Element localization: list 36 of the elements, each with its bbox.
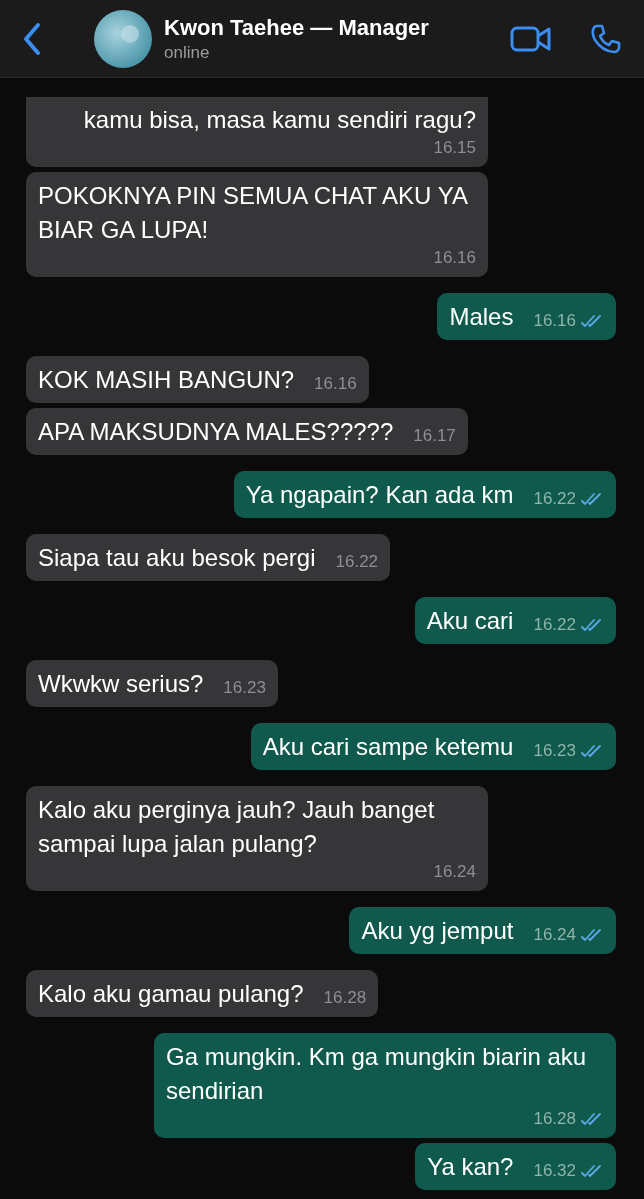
message-time: 16.17	[413, 425, 456, 447]
message-time: 16.28	[323, 987, 367, 1009]
avatar[interactable]	[94, 9, 152, 68]
message-time: 16.24	[433, 861, 476, 883]
message-text: APA MAKSUDNYA MALES?????	[38, 417, 394, 447]
message-time: 16.22	[533, 614, 576, 636]
message-text: Ya kan?	[427, 1152, 514, 1182]
message-time: 16.16	[314, 373, 357, 395]
message-time: 16.23	[223, 677, 266, 699]
message-text: POKOKNYA PIN SEMUA CHAT AKU YA BIAR GA LUPA!	[38, 181, 469, 245]
contact-name[interactable]: Kwon Taehee — Manager	[164, 13, 510, 42]
message-text: Wkwkw serius?	[38, 669, 204, 699]
message-time: 16.16	[533, 310, 576, 332]
contact-status: online	[164, 41, 211, 64]
message-time: 16.16	[433, 247, 476, 269]
phone-icon[interactable]	[590, 22, 622, 55]
message-text: Kalo aku perginya jauh? Jauh banget sampai lupa jalan pulang?	[38, 795, 436, 859]
back-icon[interactable]	[22, 21, 42, 56]
message-time: 16.22	[335, 551, 379, 573]
message-time: 16.32	[533, 1160, 576, 1182]
message-text: Aku yg jemput	[361, 916, 514, 946]
message-time: 16.23	[533, 740, 576, 762]
video-call-icon[interactable]	[510, 24, 552, 53]
message-time: 16.28	[533, 1108, 576, 1130]
message-text: kamu bisa, masa kamu sendiri ragu?	[83, 105, 476, 135]
message-text: KOK MASIH BANGUN?	[38, 365, 295, 395]
message-time: 16.22	[533, 488, 576, 510]
message-text: Ya ngapain? Kan ada km	[245, 480, 514, 510]
message-text: Aku cari	[426, 606, 514, 636]
message-time: 16.24	[533, 924, 576, 946]
message-text: Males	[449, 302, 514, 332]
message-text: Ga mungkin. Km ga mungkin biarin aku sendirian	[166, 1042, 588, 1106]
message-text: Kalo aku gamau pulang?	[38, 979, 304, 1009]
message-text: Siapa tau aku besok pergi	[38, 543, 316, 573]
message-time: 16.15	[433, 137, 476, 159]
message-text: Aku cari sampe ketemu	[262, 732, 514, 762]
